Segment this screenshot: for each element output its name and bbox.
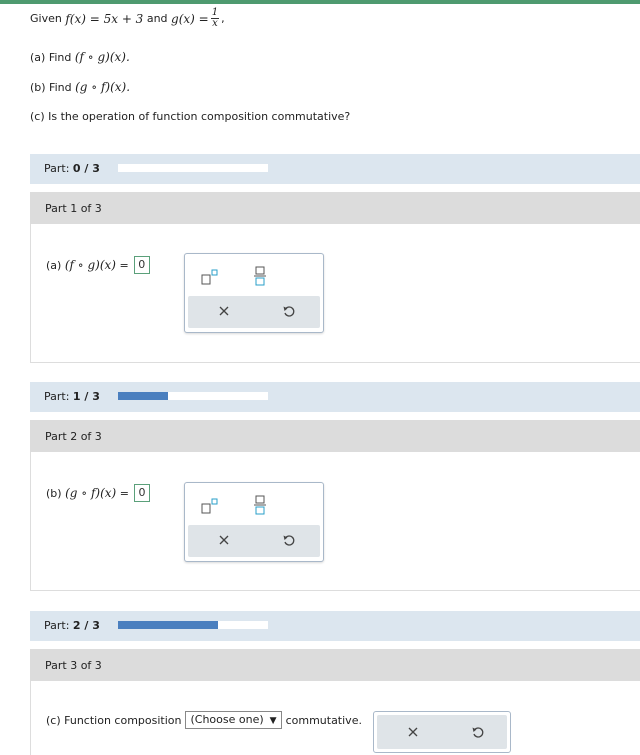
progress-fill	[118, 621, 218, 629]
part-1-header: Part 1 of 3	[30, 192, 640, 224]
equals-sign: =	[119, 258, 129, 272]
question-a-expr: (f ∘ g)(x).	[74, 50, 130, 64]
progress-bar	[118, 621, 268, 629]
progress-fill	[118, 392, 168, 400]
question-b: (b) Find (g ∘ f)(x).	[30, 80, 130, 94]
part-1-answer-row: (a) (f ∘ g)(x) = 0	[46, 256, 150, 274]
part-value: 2 / 3	[72, 619, 100, 632]
palette-actions	[377, 715, 507, 749]
top-accent-bar	[0, 0, 640, 4]
part-2-prefix: (b)	[46, 486, 62, 500]
part-1-panel	[30, 224, 640, 363]
f-definition: f(x) = 5x + 3	[65, 11, 144, 26]
part-progress-label: Part: 1 / 3	[44, 390, 100, 403]
part-label: Part:	[44, 619, 70, 632]
question-b-expr: (g ∘ f)(x).	[75, 80, 131, 94]
palette-actions	[188, 296, 320, 328]
fraction-icon[interactable]	[253, 495, 267, 515]
question-a-label: (a) Find	[30, 51, 72, 64]
part-value: 0 / 3	[72, 162, 100, 175]
equals-sign: =	[119, 486, 129, 500]
part-2-expr: (g ∘ f)(x)	[65, 486, 117, 500]
undo-icon[interactable]	[282, 533, 296, 547]
and-word: and	[146, 12, 168, 25]
clear-x-icon[interactable]	[407, 726, 419, 738]
progress-bar	[118, 164, 268, 172]
part-progress-1: Part: 1 / 3	[30, 382, 640, 412]
part-2-header: Part 2 of 3	[30, 420, 640, 452]
part-2-panel	[30, 452, 640, 591]
part-2-title: Part 2 of 3	[45, 430, 102, 443]
g-fraction: 1 x	[210, 8, 220, 29]
part-3-prefix: (c) Function composition	[46, 713, 182, 727]
part-1-title: Part 1 of 3	[45, 202, 102, 215]
commutative-select[interactable]: (Choose one) ▼	[185, 711, 282, 729]
square-superscript-icon[interactable]	[201, 268, 219, 286]
part-3-answer-row: (c) Function composition (Choose one) ▼ c…	[46, 711, 362, 729]
part-1-prefix: (a)	[46, 258, 62, 272]
part-progress-0: Part: 0 / 3	[30, 154, 640, 184]
palette-actions	[188, 525, 320, 557]
part-3-suffix: commutative.	[285, 713, 362, 727]
g-definition: g(x) =	[171, 11, 209, 26]
math-palette-a	[184, 253, 324, 333]
undo-icon[interactable]	[282, 304, 296, 318]
given-label: Given	[30, 12, 62, 25]
g-denominator: x	[212, 18, 218, 29]
progress-bar	[118, 392, 268, 400]
question-a: (a) Find (f ∘ g)(x).	[30, 50, 130, 64]
clear-x-icon[interactable]	[218, 534, 230, 546]
clear-x-icon[interactable]	[218, 305, 230, 317]
answer-input-a[interactable]: 0	[133, 256, 150, 274]
math-palette-b	[184, 482, 324, 562]
problem-statement: Given f(x) = 5x + 3 and g(x) = 1 x ,	[30, 8, 225, 29]
part-label: Part:	[44, 162, 70, 175]
part-label: Part:	[44, 390, 70, 403]
comma: ,	[221, 12, 225, 25]
select-value: (Choose one)	[190, 713, 264, 726]
palette-tools	[193, 493, 315, 515]
math-palette-c	[373, 711, 511, 753]
square-superscript-icon[interactable]	[201, 497, 219, 515]
part-3-header: Part 3 of 3	[30, 649, 640, 681]
question-b-label: (b) Find	[30, 81, 72, 94]
part-3-title: Part 3 of 3	[45, 659, 102, 672]
part-2-answer-row: (b) (g ∘ f)(x) = 0	[46, 484, 150, 502]
undo-icon[interactable]	[471, 725, 485, 739]
part-progress-2: Part: 2 / 3	[30, 611, 640, 641]
question-c: (c) Is the operation of function composi…	[30, 110, 351, 123]
palette-tools	[193, 264, 315, 286]
part-1-expr: (f ∘ g)(x)	[64, 258, 116, 272]
part-value: 1 / 3	[72, 390, 100, 403]
part-progress-label: Part: 0 / 3	[44, 162, 100, 175]
chevron-down-icon: ▼	[269, 716, 277, 726]
fraction-icon[interactable]	[253, 266, 267, 286]
answer-input-b[interactable]: 0	[133, 484, 150, 502]
part-progress-label: Part: 2 / 3	[44, 619, 100, 632]
